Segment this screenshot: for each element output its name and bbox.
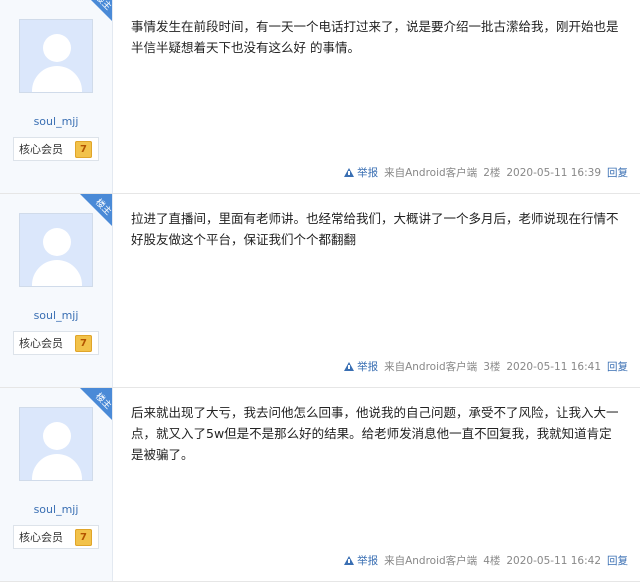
post-floor-2: 楼主 soul_mjj 核心会员 7 事情发生在前段时间，有一天一个电话打过来了… xyxy=(0,0,640,194)
post-text: 事情发生在前段时间，有一天一个电话打过来了，说是要介绍一批古潆给我，刚开始也是半… xyxy=(131,19,619,55)
report-link[interactable]: 举报 xyxy=(344,359,378,374)
report-label: 举报 xyxy=(357,361,379,373)
source-text: 来自Android客户端 xyxy=(384,555,478,567)
post-footer: 举报 来自Android客户端 3楼 2020-05-11 16:41 回复 xyxy=(338,359,628,374)
avatar[interactable] xyxy=(19,213,93,287)
post-footer: 举报 来自Android客户端 4楼 2020-05-11 16:42 回复 xyxy=(338,553,628,568)
post-time: 2020-05-11 16:41 xyxy=(506,360,601,373)
level-icon: 7 xyxy=(75,140,92,158)
post-content: 后来就出现了大亏，我去问他怎么回事，他说我的自己问题，承受不了风险，让我入大一点… xyxy=(113,388,640,581)
floor-number: 3楼 xyxy=(483,361,501,373)
warning-icon xyxy=(344,556,355,565)
thread: 楼主 soul_mjj 核心会员 7 事情发生在前段时间，有一天一个电话打过来了… xyxy=(0,0,640,582)
author-panel: 楼主 soul_mjj 核心会员 7 xyxy=(0,388,113,581)
avatar[interactable] xyxy=(19,407,93,481)
member-level-label: 核心会员 xyxy=(19,337,63,350)
level-icon: 7 xyxy=(75,528,92,546)
report-link[interactable]: 举报 xyxy=(344,165,378,180)
username-link[interactable]: soul_mjj xyxy=(34,309,79,322)
member-level-badge: 核心会员 7 xyxy=(13,331,99,355)
floor-number: 4楼 xyxy=(483,555,501,567)
level-icon: 7 xyxy=(75,334,92,352)
post-time: 2020-05-11 16:39 xyxy=(506,166,601,179)
post-content: 拉进了直播间，里面有老师讲。也经常给我们，大概讲了一个多月后，老师说现在行情不好… xyxy=(113,194,640,387)
warning-icon xyxy=(344,362,355,371)
author-panel: 楼主 soul_mjj 核心会员 7 xyxy=(0,0,113,193)
post-floor-3: 楼主 soul_mjj 核心会员 7 拉进了直播间，里面有老师讲。也经常给我们，… xyxy=(0,194,640,388)
avatar[interactable] xyxy=(19,19,93,93)
source-text: 来自Android客户端 xyxy=(384,167,478,179)
report-label: 举报 xyxy=(357,167,379,179)
member-level-label: 核心会员 xyxy=(19,143,63,156)
reply-link[interactable]: 回复 xyxy=(607,165,628,180)
op-corner-tag: 楼主 xyxy=(80,0,112,21)
username-link[interactable]: soul_mjj xyxy=(34,115,79,128)
source-text: 来自Android客户端 xyxy=(384,361,478,373)
member-level-badge: 核心会员 7 xyxy=(13,137,99,161)
post-footer: 举报 来自Android客户端 2楼 2020-05-11 16:39 回复 xyxy=(338,165,628,180)
username-link[interactable]: soul_mjj xyxy=(34,503,79,516)
reply-link[interactable]: 回复 xyxy=(607,553,628,568)
post-text: 后来就出现了大亏，我去问他怎么回事，他说我的自己问题，承受不了风险，让我入大一点… xyxy=(131,405,619,462)
post-floor-4: 楼主 soul_mjj 核心会员 7 后来就出现了大亏，我去问他怎么回事，他说我… xyxy=(0,388,640,582)
member-level-badge: 核心会员 7 xyxy=(13,525,99,549)
floor-number: 2楼 xyxy=(483,167,501,179)
reply-link[interactable]: 回复 xyxy=(607,359,628,374)
post-text: 拉进了直播间，里面有老师讲。也经常给我们，大概讲了一个多月后，老师说现在行情不好… xyxy=(131,211,619,247)
report-link[interactable]: 举报 xyxy=(344,553,378,568)
post-time: 2020-05-11 16:42 xyxy=(506,554,601,567)
report-label: 举报 xyxy=(357,555,379,567)
member-level-label: 核心会员 xyxy=(19,531,63,544)
warning-icon xyxy=(344,168,355,177)
post-content: 事情发生在前段时间，有一天一个电话打过来了，说是要介绍一批古潆给我，刚开始也是半… xyxy=(113,0,640,193)
author-panel: 楼主 soul_mjj 核心会员 7 xyxy=(0,194,113,387)
